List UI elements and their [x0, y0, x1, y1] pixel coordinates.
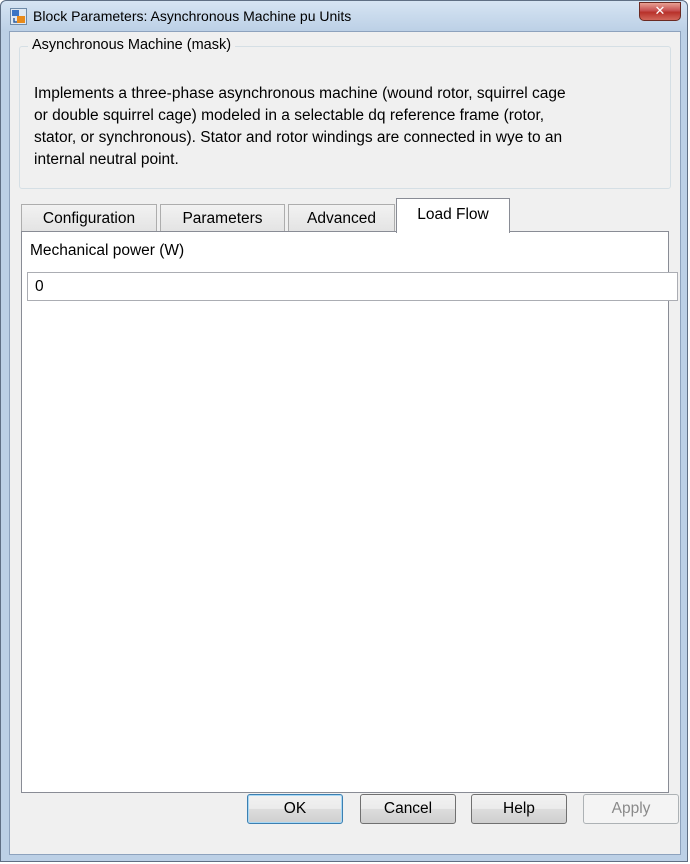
apply-button[interactable]: Apply — [583, 794, 679, 824]
dialog-window: Block Parameters: Asynchronous Machine p… — [0, 0, 688, 862]
tab-bar: Configuration Parameters Advanced Load F… — [21, 198, 681, 233]
title-bar[interactable]: Block Parameters: Asynchronous Machine p… — [1, 1, 687, 31]
mask-description-line: Implements a three-phase asynchronous ma… — [34, 85, 566, 102]
load-flow-panel: Mechanical power (W) 0 — [21, 231, 678, 793]
ok-button[interactable]: OK — [247, 794, 343, 824]
simulink-block-icon — [10, 8, 27, 25]
mechanical-power-field[interactable]: 0 — [27, 272, 678, 301]
mask-description-line: stator, or synchronous). Stator and roto… — [34, 129, 563, 146]
close-button[interactable]: ✕ — [639, 2, 681, 21]
tab-configuration[interactable]: Configuration — [21, 204, 157, 232]
mask-description-line: or double squirrel cage) modeled in a se… — [34, 107, 545, 124]
mechanical-power-label: Mechanical power (W) — [30, 242, 185, 259]
mask-description: Implements a three-phase asynchronous ma… — [34, 83, 674, 171]
dialog-client-area: Asynchronous Machine (mask) Implements a… — [9, 31, 681, 855]
tab-advanced[interactable]: Advanced — [288, 204, 395, 232]
mask-description-line: internal neutral point. — [34, 151, 179, 168]
help-button[interactable]: Help — [471, 794, 567, 824]
mask-group-legend: Asynchronous Machine (mask) — [28, 37, 236, 53]
window-title: Block Parameters: Asynchronous Machine p… — [33, 8, 352, 24]
cancel-button[interactable]: Cancel — [360, 794, 456, 824]
close-icon: ✕ — [654, 4, 666, 19]
tab-load-flow[interactable]: Load Flow — [396, 198, 510, 233]
tab-parameters[interactable]: Parameters — [160, 204, 285, 232]
